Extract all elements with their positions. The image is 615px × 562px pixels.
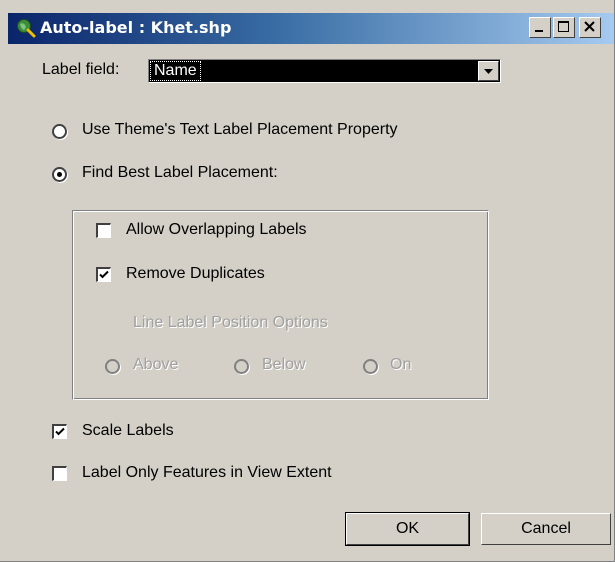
view-extent-checkbox[interactable]	[52, 466, 67, 481]
auto-label-dialog: Auto-label : Khet.shp Label field: Name	[0, 0, 615, 562]
remove-duplicates-checkbox[interactable]	[96, 267, 111, 282]
label-field-value: Name	[150, 61, 201, 81]
globe-magnifier-icon	[17, 19, 36, 38]
minimize-button[interactable]	[529, 17, 551, 38]
radio-below-label: Below	[262, 356, 306, 373]
remove-duplicates-label: Remove Duplicates	[126, 265, 265, 282]
title-bar[interactable]: Auto-label : Khet.shp	[8, 13, 614, 44]
radio-theme-placement-label: Use Theme's Text Label Placement Propert…	[82, 121, 398, 138]
radio-above[interactable]	[105, 359, 120, 374]
ok-button[interactable]: OK	[345, 512, 470, 546]
close-button[interactable]	[579, 17, 601, 38]
maximize-icon	[558, 21, 569, 32]
view-extent-label: Label Only Features in View Extent	[82, 464, 332, 481]
dropdown-button[interactable]	[478, 61, 499, 81]
label-field-label: Label field:	[42, 61, 120, 78]
radio-on-label: On	[390, 356, 412, 373]
scale-labels-checkbox[interactable]	[52, 424, 67, 439]
scale-labels-label: Scale Labels	[82, 422, 174, 439]
checkmark-icon	[99, 270, 109, 279]
radio-above-label: Above	[133, 356, 179, 373]
window-title: Auto-label : Khet.shp	[40, 18, 232, 37]
radio-below[interactable]	[234, 359, 249, 374]
chevron-down-icon	[484, 69, 493, 74]
allow-overlapping-label: Allow Overlapping Labels	[126, 221, 307, 238]
allow-overlapping-checkbox[interactable]	[96, 223, 111, 238]
line-options-title: Line Label Position Options	[133, 314, 328, 331]
cancel-button[interactable]: Cancel	[481, 513, 611, 545]
radio-best-placement-label: Find Best Label Placement:	[82, 164, 278, 181]
radio-theme-placement[interactable]	[52, 124, 67, 139]
maximize-button[interactable]	[553, 17, 575, 38]
close-icon	[584, 21, 595, 32]
label-field-select[interactable]: Name	[148, 59, 501, 83]
radio-best-placement[interactable]	[52, 167, 67, 182]
checkmark-icon	[55, 427, 65, 436]
minimize-icon	[535, 30, 543, 32]
radio-on[interactable]	[363, 359, 378, 374]
